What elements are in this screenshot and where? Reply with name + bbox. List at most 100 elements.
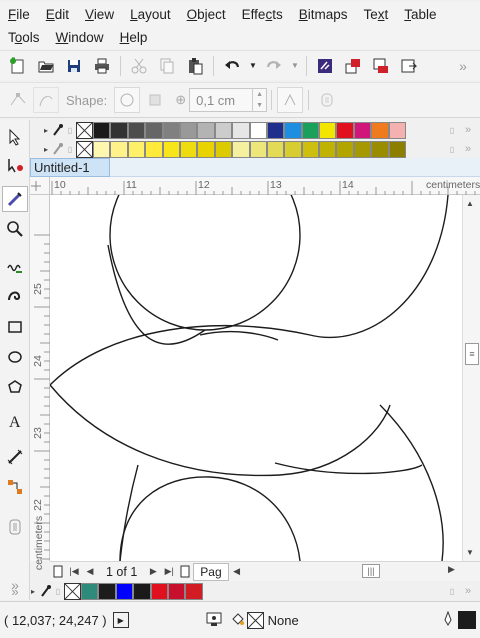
- color-swatch[interactable]: [371, 140, 389, 158]
- document-palette-overflow-icon[interactable]: »: [4, 582, 26, 600]
- freehand-tool-icon[interactable]: [2, 254, 28, 280]
- color-swatch[interactable]: [133, 582, 151, 600]
- color-swatch[interactable]: [284, 121, 302, 139]
- color-swatch[interactable]: [371, 121, 389, 139]
- new-document-icon[interactable]: [5, 53, 31, 79]
- toolbar-overflow-icon[interactable]: »: [450, 53, 476, 79]
- color-swatch[interactable]: [115, 582, 134, 600]
- color-swatch[interactable]: [388, 140, 407, 158]
- color-swatch[interactable]: [150, 582, 168, 600]
- menu-help[interactable]: Help: [112, 30, 156, 45]
- smear-tool-icon[interactable]: [2, 186, 28, 212]
- add-page-after-icon[interactable]: [177, 563, 193, 581]
- document-tab[interactable]: Untitled-1: [30, 158, 110, 177]
- color-swatch[interactable]: [127, 121, 146, 139]
- status-expand-icon[interactable]: ▶: [112, 612, 129, 628]
- scroll-up-icon[interactable]: ▲: [466, 199, 474, 208]
- outline-width-spinner[interactable]: ▲ ▼: [252, 89, 266, 111]
- color-swatch[interactable]: [167, 582, 186, 600]
- menu-table[interactable]: Table: [396, 7, 444, 22]
- color-swatch[interactable]: [284, 140, 302, 158]
- lens-upper-shape[interactable]: [50, 195, 449, 386]
- palette-overflow-icon[interactable]: »: [462, 582, 474, 600]
- color-swatch[interactable]: [179, 140, 198, 158]
- color-swatch[interactable]: [197, 121, 215, 139]
- color-swatch[interactable]: [98, 582, 116, 600]
- color-swatch[interactable]: [214, 121, 233, 139]
- search-content-icon[interactable]: [312, 53, 338, 79]
- vertical-scroll-thumb[interactable]: ≡: [465, 343, 479, 365]
- pick-tool-icon[interactable]: [2, 124, 28, 150]
- scroll-left-icon[interactable]: ◀: [229, 563, 245, 581]
- shape-nodes-icon[interactable]: [33, 87, 59, 113]
- copy-icon[interactable]: [154, 53, 180, 79]
- palette-scroll-left-icon[interactable]: ▸: [40, 140, 52, 158]
- color-swatch[interactable]: [93, 121, 111, 139]
- palette-overflow-icon[interactable]: »: [462, 140, 474, 158]
- lower-left-line-shape[interactable]: [119, 464, 139, 561]
- menu-view[interactable]: View: [77, 7, 122, 22]
- menu-tools[interactable]: Tools: [0, 30, 48, 45]
- no-color-swatch[interactable]: [76, 140, 93, 158]
- add-tool-icon[interactable]: [2, 514, 28, 540]
- no-color-swatch[interactable]: [64, 582, 81, 600]
- color-swatch[interactable]: [301, 121, 320, 139]
- undo-icon[interactable]: [219, 53, 245, 79]
- import-icon[interactable]: [340, 53, 366, 79]
- menu-layout[interactable]: Layout: [122, 7, 179, 22]
- text-tool-icon[interactable]: A: [2, 408, 28, 434]
- polygon-tool-icon[interactable]: [2, 374, 28, 400]
- color-swatch[interactable]: [319, 121, 337, 139]
- circle-shape-icon[interactable]: [114, 87, 141, 113]
- color-swatch[interactable]: [266, 121, 285, 139]
- color-swatch[interactable]: [197, 140, 215, 158]
- palette-options-icon[interactable]: ▯: [446, 121, 458, 139]
- top-circle-shape[interactable]: [109, 195, 301, 331]
- color-swatch[interactable]: [127, 140, 146, 158]
- print-icon[interactable]: [89, 53, 115, 79]
- color-swatch[interactable]: [93, 140, 111, 158]
- color-swatch[interactable]: [185, 582, 203, 600]
- square-shape-icon[interactable]: [142, 87, 168, 113]
- palette-scroll-left-icon[interactable]: ▸: [26, 582, 40, 600]
- drawing-canvas[interactable]: [50, 195, 462, 561]
- palette-options-icon[interactable]: ▯: [446, 582, 458, 600]
- color-swatch[interactable]: [162, 140, 180, 158]
- palette-scroll-left-icon[interactable]: ▸: [40, 121, 52, 139]
- small-arc-shape[interactable]: [199, 330, 279, 341]
- page-tab[interactable]: Pag: [193, 562, 229, 581]
- lower-right-arc-shape[interactable]: [274, 462, 423, 475]
- right-arc-shape[interactable]: [379, 404, 444, 561]
- color-swatch[interactable]: [249, 140, 267, 158]
- color-swatch[interactable]: [232, 140, 250, 158]
- color-swatch[interactable]: [162, 121, 180, 139]
- bottom-circle-shape[interactable]: [119, 476, 301, 561]
- last-page-icon[interactable]: ▶|: [161, 563, 177, 581]
- outline-color-swatch[interactable]: [458, 611, 476, 629]
- paste-icon[interactable]: [182, 53, 208, 79]
- ruler-origin[interactable]: [30, 177, 50, 195]
- color-swatch[interactable]: [319, 140, 337, 158]
- publish-pdf-icon[interactable]: [396, 53, 422, 79]
- shape-tool-icon[interactable]: [2, 152, 28, 178]
- scroll-right-icon[interactable]: ▶: [448, 564, 455, 575]
- eyedropper-icon[interactable]: [40, 582, 52, 600]
- convert-curves-icon[interactable]: [277, 87, 304, 113]
- color-swatch[interactable]: [232, 121, 250, 139]
- scroll-down-icon[interactable]: ▼: [466, 548, 474, 557]
- color-swatch[interactable]: [353, 140, 372, 158]
- undo-dropdown-chevron-down-icon[interactable]: ▼: [247, 53, 259, 79]
- lens-lower-shape[interactable]: [50, 384, 391, 477]
- no-color-swatch[interactable]: [76, 121, 93, 139]
- color-swatch[interactable]: [110, 140, 128, 158]
- wireframe-icon[interactable]: [314, 87, 340, 113]
- palette-options-icon[interactable]: ▯: [446, 140, 458, 158]
- horizontal-scroll-thumb[interactable]: |||: [362, 564, 380, 578]
- artistic-media-tool-icon[interactable]: [2, 282, 28, 308]
- menu-text[interactable]: Text: [356, 7, 397, 22]
- export-icon[interactable]: [368, 53, 394, 79]
- ellipse-tool-icon[interactable]: [2, 344, 28, 370]
- color-swatch[interactable]: [336, 140, 354, 158]
- menu-object[interactable]: Object: [179, 7, 234, 22]
- eyedropper-icon[interactable]: [52, 140, 64, 158]
